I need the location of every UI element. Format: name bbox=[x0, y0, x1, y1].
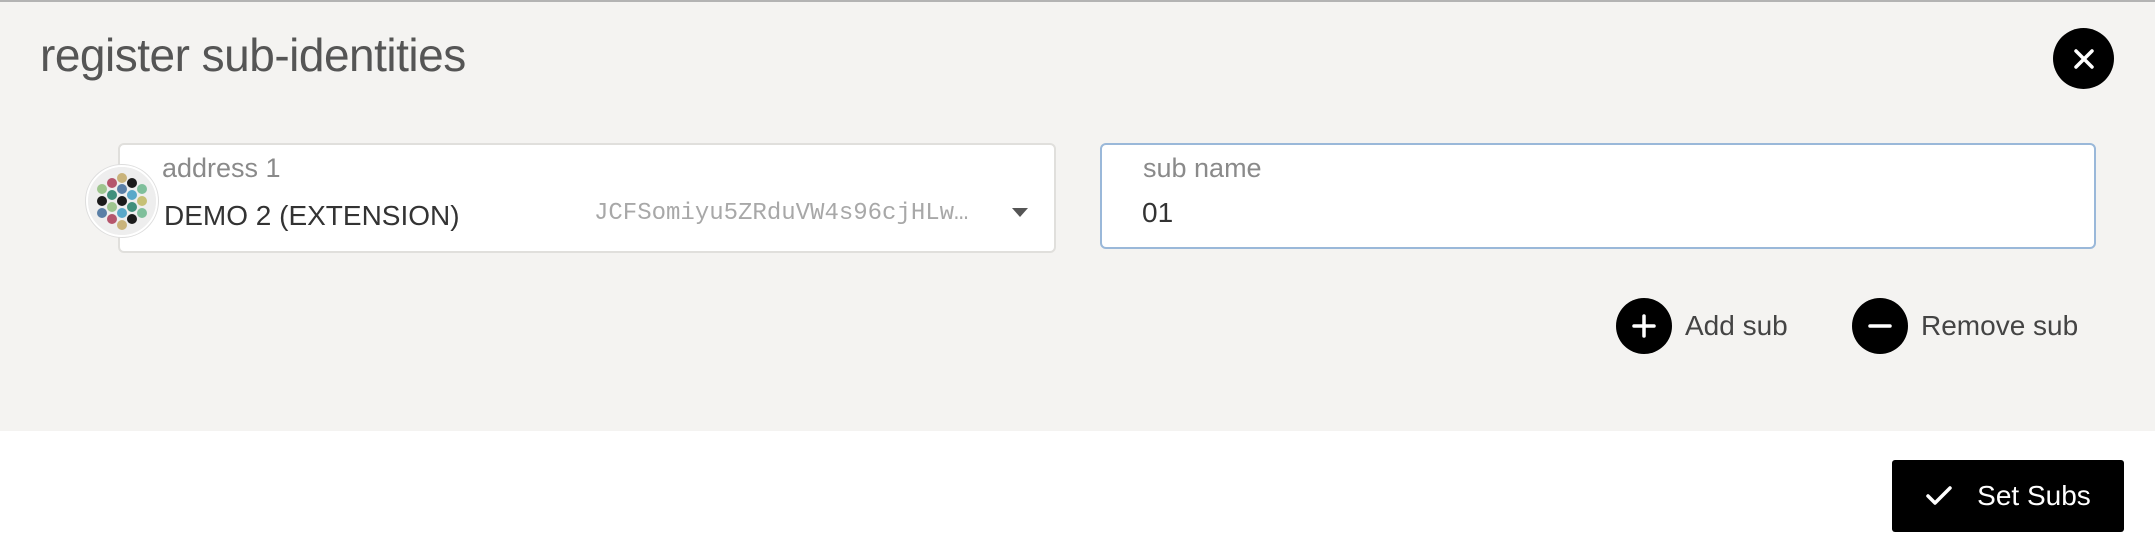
identicon-avatar bbox=[86, 165, 158, 237]
address-label: address 1 bbox=[162, 153, 281, 183]
add-sub-label: Add sub bbox=[1685, 310, 1788, 341]
add-sub-button[interactable]: Add sub bbox=[1616, 298, 1788, 354]
chevron-down-icon[interactable] bbox=[1012, 208, 1028, 217]
account-address: JCFSomiyu5ZRduVW4s96cjHLw… bbox=[594, 200, 969, 227]
plus-icon bbox=[1632, 314, 1656, 338]
remove-sub-button[interactable]: Remove sub bbox=[1852, 298, 2078, 354]
close-button[interactable] bbox=[2053, 28, 2114, 89]
minus-icon-circle bbox=[1852, 298, 1908, 354]
minus-icon bbox=[1868, 324, 1892, 328]
close-icon bbox=[2073, 48, 2094, 69]
set-subs-label: Set Subs bbox=[1977, 480, 2091, 511]
plus-icon-circle bbox=[1616, 298, 1672, 354]
set-subs-button[interactable]: Set Subs bbox=[1892, 460, 2124, 532]
sub-name-label: sub name bbox=[1143, 153, 1262, 183]
sub-name-input[interactable] bbox=[1142, 193, 2042, 233]
account-name: DEMO 2 (EXTENSION) bbox=[164, 200, 460, 231]
register-sub-identities-modal: register sub-identities address 1 DEMO 2… bbox=[0, 0, 2155, 554]
check-icon bbox=[1926, 486, 1952, 505]
modal-title: register sub-identities bbox=[40, 29, 466, 81]
identicon bbox=[88, 167, 156, 235]
remove-sub-label: Remove sub bbox=[1921, 310, 2079, 341]
